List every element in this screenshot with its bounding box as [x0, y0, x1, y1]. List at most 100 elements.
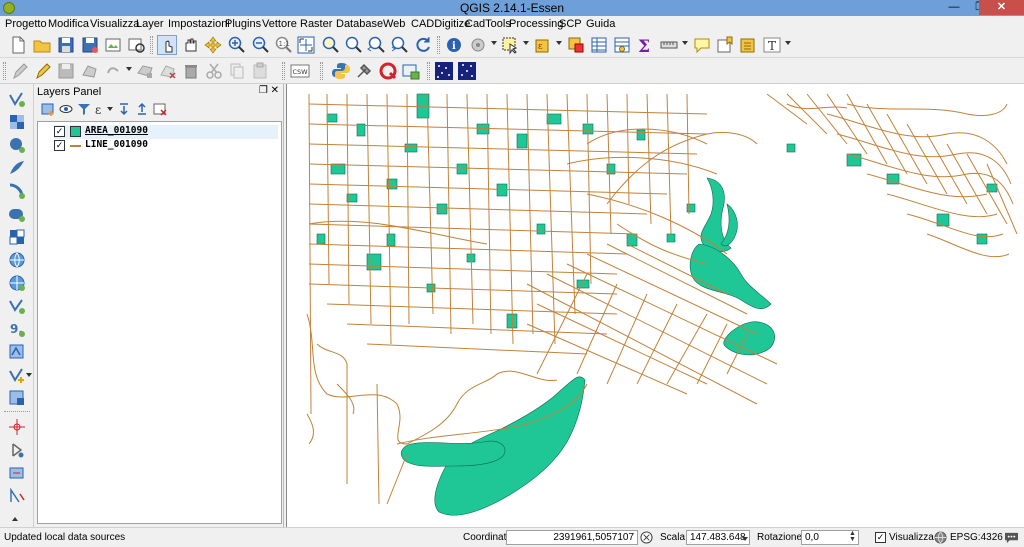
add-layer-plugin-icon[interactable]: [401, 61, 421, 81]
measure-line-icon[interactable]: [659, 35, 679, 55]
show-bookmarks-icon[interactable]: [738, 35, 758, 55]
pan-to-selection-icon[interactable]: [203, 35, 223, 55]
scale-combo[interactable]: 147.483.648: [686, 530, 750, 545]
menu-vettore[interactable]: Vettore: [262, 18, 297, 30]
coordinate-field[interactable]: 2391961,5057107: [506, 530, 638, 545]
text-annotation-icon[interactable]: T: [762, 35, 782, 55]
menu-progetto[interactable]: Progetto: [5, 18, 47, 30]
statistical-summary-icon[interactable]: Σ: [635, 35, 655, 55]
copy-features-icon[interactable]: [227, 61, 247, 81]
paste-features-icon[interactable]: [250, 61, 270, 81]
new-project-icon[interactable]: [8, 35, 28, 55]
new-bookmark-icon[interactable]: [715, 35, 735, 55]
close-panel-icon[interactable]: ✕: [271, 85, 279, 96]
add-vector-layer-icon[interactable]: [7, 89, 27, 109]
filter-expression-dropdown-icon[interactable]: [107, 107, 113, 111]
menu-cadtools[interactable]: CadTools: [465, 18, 511, 30]
add-wms-layer-icon[interactable]: [7, 250, 27, 270]
select-dropdown-icon[interactable]: [523, 41, 529, 45]
layer-item-line[interactable]: ✓ LINE_001090: [54, 139, 278, 153]
layer-visibility-checkbox[interactable]: ✓: [54, 140, 65, 151]
menu-layer[interactable]: Layer: [136, 18, 164, 30]
qgis-q-icon[interactable]: [378, 61, 398, 81]
attribute-table-icon[interactable]: [589, 35, 609, 55]
render-checkbox[interactable]: ✓: [875, 532, 886, 543]
current-edits-icon[interactable]: [10, 61, 30, 81]
float-panel-icon[interactable]: ❐: [259, 85, 268, 96]
menu-caddigitize[interactable]: CADDigitize: [411, 18, 470, 30]
layer-item-area[interactable]: ✓ AREA_001090: [54, 125, 278, 139]
add-group-icon[interactable]: [40, 101, 56, 117]
select-features-icon[interactable]: [500, 35, 520, 55]
zoom-in-icon[interactable]: [226, 35, 246, 55]
zoom-native-icon[interactable]: 1:1: [273, 35, 293, 55]
delete-selected-icon[interactable]: [158, 61, 178, 81]
layer-visibility-checkbox[interactable]: ✓: [54, 126, 65, 137]
add-spatialite-layer-icon[interactable]: [7, 158, 27, 178]
menu-guida[interactable]: Guida: [586, 18, 615, 30]
select-by-expression-icon[interactable]: ε: [533, 35, 553, 55]
crs-globe-icon[interactable]: [934, 531, 947, 544]
save-as-icon[interactable]: [80, 35, 100, 55]
map-canvas[interactable]: [286, 84, 1024, 527]
touch-pan-icon[interactable]: [157, 35, 177, 55]
deselect-all-icon[interactable]: [566, 35, 586, 55]
close-button[interactable]: ✕: [979, 0, 1024, 15]
action-icon[interactable]: [468, 35, 488, 55]
messages-icon[interactable]: [1004, 531, 1019, 544]
remove-layer-icon[interactable]: [152, 101, 168, 117]
cad-measure-icon[interactable]: [7, 463, 27, 483]
add-oracle-layer-icon[interactable]: [7, 204, 27, 224]
expression-dropdown-icon[interactable]: [556, 41, 562, 45]
add-feature-icon[interactable]: [80, 61, 100, 81]
identify-features-icon[interactable]: i: [444, 35, 464, 55]
star-map-icon[interactable]: [434, 61, 454, 81]
trash-icon[interactable]: [181, 61, 201, 81]
toggle-editing-icon[interactable]: [33, 61, 53, 81]
zoom-out-icon[interactable]: [250, 35, 270, 55]
new-print-composer-icon[interactable]: [103, 35, 123, 55]
expand-all-icon[interactable]: [116, 101, 132, 117]
cad-point-icon[interactable]: [7, 417, 27, 437]
python-console-icon[interactable]: [331, 61, 351, 81]
cut-features-icon[interactable]: [204, 61, 224, 81]
star-map-2-icon[interactable]: [457, 61, 477, 81]
menu-web[interactable]: Web: [383, 18, 405, 30]
new-layer-dropdown-icon[interactable]: [26, 373, 32, 377]
open-project-icon[interactable]: [32, 35, 52, 55]
zoom-full-icon[interactable]: [296, 35, 316, 55]
menu-scp[interactable]: SCP: [559, 18, 582, 30]
composer-manager-icon[interactable]: [126, 35, 146, 55]
field-calculator-icon[interactable]: [612, 35, 632, 55]
measure-dropdown-icon[interactable]: [682, 41, 688, 45]
add-delimited-text-icon[interactable]: 9,: [7, 319, 27, 339]
menu-database[interactable]: Database: [336, 18, 383, 30]
move-dropdown-icon[interactable]: [126, 67, 132, 71]
zoom-last-icon[interactable]: [366, 35, 386, 55]
zoom-to-layer-icon[interactable]: [343, 35, 363, 55]
filter-legend-icon[interactable]: [76, 101, 92, 117]
menu-processing[interactable]: Processing: [509, 18, 563, 30]
minimize-button[interactable]: —: [941, 0, 967, 15]
add-postgis-layer-icon[interactable]: [7, 135, 27, 155]
menu-visualizza[interactable]: Visualizza: [90, 18, 139, 30]
collapse-all-icon[interactable]: [134, 101, 150, 117]
cad-tool-icon[interactable]: [7, 440, 27, 460]
add-raster-layer-icon[interactable]: [7, 112, 27, 132]
menu-plugins[interactable]: Plugins: [225, 18, 261, 30]
toggle-extents-icon[interactable]: [640, 531, 653, 544]
csw-icon[interactable]: CSW: [290, 61, 310, 81]
rotation-spin-arrows-icon[interactable]: ▲ ▼: [849, 530, 856, 543]
menu-raster[interactable]: Raster: [300, 18, 332, 30]
map-tips-icon[interactable]: [692, 35, 712, 55]
menu-modifica[interactable]: Modifica: [48, 18, 89, 30]
toolbar-expand-icon[interactable]: [12, 517, 18, 521]
add-wcs-layer-icon[interactable]: [7, 273, 27, 293]
add-mssql-layer-icon[interactable]: [7, 181, 27, 201]
new-shapefile-icon[interactable]: [7, 365, 27, 385]
zoom-to-selection-icon[interactable]: [320, 35, 340, 55]
save-project-icon[interactable]: [56, 35, 76, 55]
plugin-tool-icon[interactable]: [354, 61, 374, 81]
manage-visibility-icon[interactable]: [58, 101, 74, 117]
add-db2-layer-icon[interactable]: [7, 227, 27, 247]
